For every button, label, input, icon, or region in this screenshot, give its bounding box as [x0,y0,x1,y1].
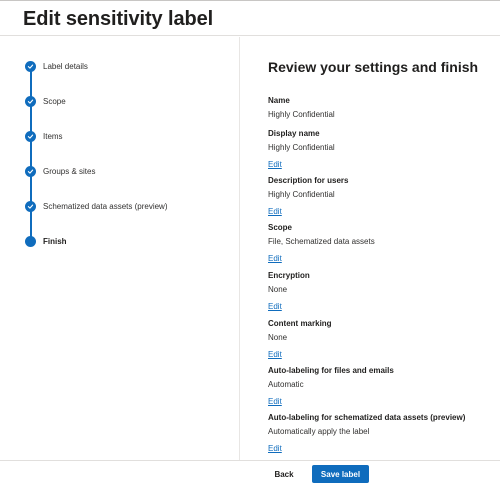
page-title: Edit sensitivity label [23,8,214,30]
review-section-auto-labeling-files: Auto-labeling for files and emails Autom… [268,365,493,409]
step-items[interactable]: Items [25,129,63,143]
section-value: Automatic [268,380,304,389]
section-title: Display name [268,129,320,138]
step-label: Items [43,131,63,141]
step-label: Groups & sites [43,166,96,176]
filled-circle-icon [25,235,36,247]
section-title: Auto-labeling for files and emails [268,366,394,375]
edit-encryption-link[interactable]: Edit [268,301,282,313]
step-label-details[interactable]: Label details [25,59,88,73]
section-title: Scope [268,223,293,232]
review-panel: Review your settings and finish Name Hig… [268,37,493,460]
step-label: Scope [43,96,66,106]
section-value: Highly Confidential [268,143,335,152]
section-value: None [268,285,288,294]
section-value: None [268,333,288,342]
review-section-name: Name Highly Confidential [268,95,493,121]
review-section-auto-labeling-schematized: Auto-labeling for schematized data asset… [268,412,493,456]
edit-description-link[interactable]: Edit [268,206,282,218]
step-scope[interactable]: Scope [25,94,66,108]
section-value: Highly Confidential [268,190,335,199]
panel-header: Edit sensitivity label [0,1,500,36]
review-section-display-name: Display name Highly Confidential Edit [268,128,493,172]
checkmark-icon [25,95,36,107]
section-title: Auto-labeling for schematized data asset… [268,413,466,422]
step-label: Schematized data assets (preview) [43,201,168,211]
step-finish: Finish [25,234,67,248]
step-label: Finish [43,236,67,246]
review-section-scope: Scope File, Schematized data assets Edit [268,222,493,266]
edit-scope-link[interactable]: Edit [268,253,282,265]
step-label: Label details [43,61,88,71]
wizard-progress-line [30,66,32,241]
review-section-description: Description for users Highly Confidentia… [268,175,493,219]
section-title: Description for users [268,176,349,185]
section-value: File, Schematized data assets [268,237,375,246]
section-value: Highly Confidential [268,110,335,119]
checkmark-icon [25,60,36,72]
step-groups-sites[interactable]: Groups & sites [25,164,95,178]
footer-bar: Back Save label [0,460,500,486]
edit-auto-labeling-files-link[interactable]: Edit [268,396,282,408]
edit-content-marking-link[interactable]: Edit [268,349,282,361]
checkmark-icon [25,130,36,142]
edit-display-name-link[interactable]: Edit [268,159,282,171]
review-section-encryption: Encryption None Edit [268,270,493,314]
section-title: Name [268,96,290,105]
review-heading: Review your settings and finish [268,59,479,75]
review-section-content-marking: Content marking None Edit [268,318,493,362]
back-button[interactable]: Back [266,465,302,483]
section-value: Automatically apply the label [268,427,370,436]
checkmark-icon [25,200,36,212]
edit-auto-labeling-schematized-link[interactable]: Edit [268,443,282,455]
section-title: Encryption [268,271,310,280]
save-label-button[interactable]: Save label [312,465,369,483]
wizard-steps: Label details Scope Items Groups & sites… [0,37,240,460]
checkmark-icon [25,165,36,177]
step-schematized-data-assets[interactable]: Schematized data assets (preview) [25,199,168,213]
section-title: Content marking [268,319,332,328]
